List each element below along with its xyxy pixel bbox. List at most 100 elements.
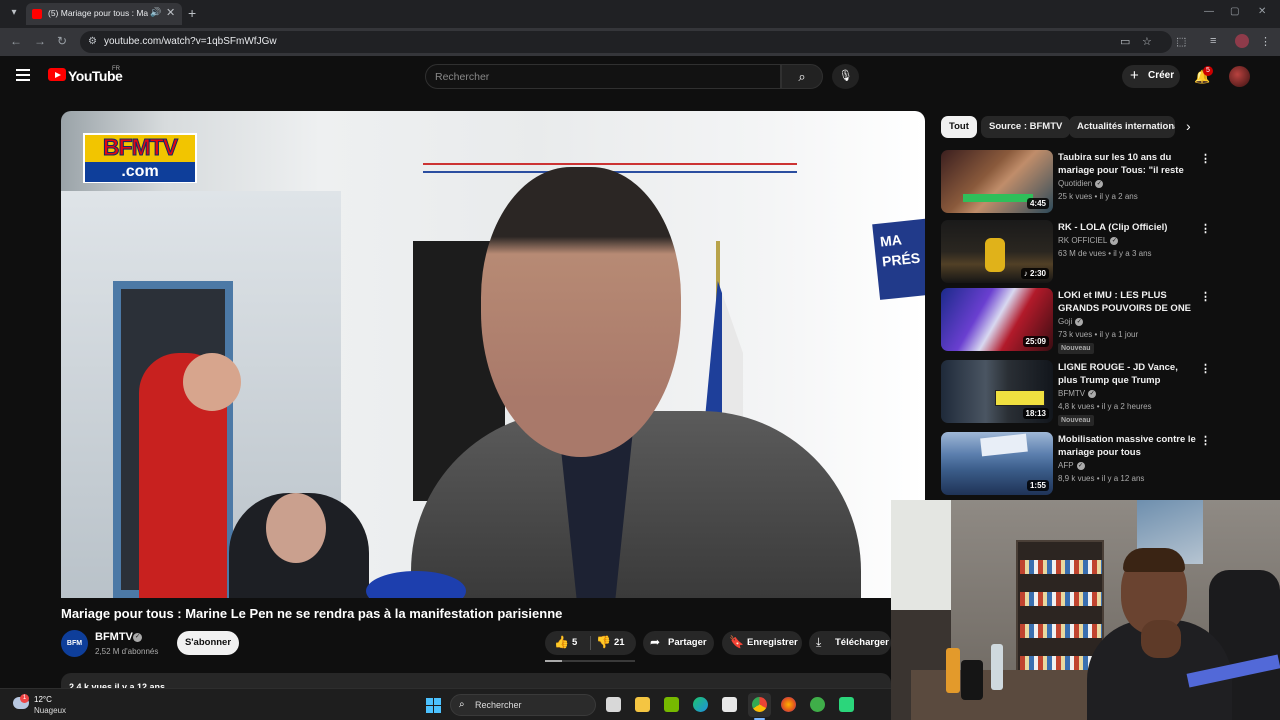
url-text[interactable]: youtube.com/watch?v=1qbSFmWfJGw xyxy=(104,36,277,47)
tab-search-icon[interactable]: ▾ xyxy=(6,5,22,21)
cast-icon[interactable]: ▭ xyxy=(1120,35,1130,48)
close-tab-icon[interactable]: ✕ xyxy=(166,6,175,19)
recommendation-title[interactable]: Taubira sur les 10 ans du mariage pour T… xyxy=(1058,151,1196,177)
webcam-window xyxy=(891,500,951,610)
webcam-mug xyxy=(961,660,983,700)
windows-start-icon[interactable] xyxy=(426,698,441,713)
webcam-bottle xyxy=(946,648,960,693)
firefox-icon[interactable] xyxy=(781,697,796,712)
account-avatar[interactable] xyxy=(1229,66,1250,87)
new-badge: Nouveau xyxy=(1058,415,1094,426)
taskbar-search[interactable]: ⌕ Rechercher xyxy=(450,694,596,716)
recommendation-title[interactable]: Mobilisation massive contre le mariage p… xyxy=(1058,433,1196,459)
voice-search-button[interactable]: 🎙 xyxy=(832,64,859,89)
video-thumbnail[interactable]: 1:55 xyxy=(941,432,1053,495)
recommendation-title[interactable]: LIGNE ROUGE - JD Vance, plus Trump que T… xyxy=(1058,361,1196,387)
video-thumbnail[interactable]: 4:45 xyxy=(941,150,1053,213)
recommendation-channel[interactable]: AFP ✓ xyxy=(1058,461,1085,470)
maximize-icon[interactable]: ▢ xyxy=(1230,6,1239,17)
save-button[interactable]: 🔖 Enregistrer xyxy=(722,631,802,655)
channel-name[interactable]: BFMTV xyxy=(95,631,133,643)
subscriber-count: 2,52 M d'abonnés xyxy=(95,647,159,656)
video-player[interactable]: MA PRÉS BFMTV .com xyxy=(61,111,925,598)
taskbar-search-label: Rechercher xyxy=(475,700,522,710)
speaker-icon[interactable]: 🔊 xyxy=(150,7,161,18)
video-thumbnail[interactable]: ♪ 2:30 xyxy=(941,220,1053,283)
bookmark-star-icon[interactable]: ☆ xyxy=(1142,35,1152,48)
channel-avatar[interactable]: BFM xyxy=(61,630,88,657)
channel-name: Goji xyxy=(1058,317,1073,326)
like-icon[interactable]: 👍 xyxy=(554,635,569,649)
dislike-icon[interactable]: 👎 xyxy=(596,635,611,649)
recommendation-item[interactable]: 18:13 LIGNE ROUGE - JD Vance, plus Trump… xyxy=(941,360,1221,426)
recommendation-item[interactable]: ♪ 2:30 RK - LOLA (Clip Officiel) RK OFFI… xyxy=(941,220,1221,286)
chrome-icon[interactable] xyxy=(752,697,767,712)
video-frame-campaign-sign: MA PRÉS xyxy=(872,218,925,300)
more-options-icon[interactable]: ⋮ xyxy=(1200,290,1211,303)
browser-profile-icon[interactable] xyxy=(1235,34,1249,48)
recommendation-channel[interactable]: Goji ✓ xyxy=(1058,317,1084,326)
chip-all[interactable]: Tout xyxy=(941,116,977,138)
search-button[interactable]: ⌕ xyxy=(781,64,823,89)
chevron-right-icon[interactable]: › xyxy=(1186,118,1191,134)
video-thumbnail[interactable]: 18:13 xyxy=(941,360,1053,423)
more-options-icon[interactable]: ⋮ xyxy=(1200,152,1211,165)
like-ratio-fill xyxy=(545,660,563,662)
channel-name: Quotidien xyxy=(1058,179,1093,188)
video-thumbnail[interactable]: 25:09 xyxy=(941,288,1053,351)
subscribe-button[interactable]: S'abonner xyxy=(177,631,239,655)
browser-tab-strip: ▾ (5) Mariage pour tous : Marine Le Pen … xyxy=(0,0,1280,28)
reload-icon[interactable]: ↻ xyxy=(57,34,67,48)
reading-list-icon[interactable]: ≡ xyxy=(1210,35,1216,47)
weather-temperature[interactable]: 12°C xyxy=(34,695,52,704)
weather-description[interactable]: Nuageux xyxy=(34,706,66,715)
menu-icon[interactable] xyxy=(16,69,30,81)
save-icon: 🔖 xyxy=(729,635,744,649)
video-frame-speaker-jacket xyxy=(411,411,861,598)
video-duration: 4:45 xyxy=(1026,198,1049,209)
minimize-icon[interactable]: — xyxy=(1204,6,1214,17)
chip-source-bfmtv[interactable]: Source : BFMTV xyxy=(981,116,1071,138)
new-tab-button[interactable]: + xyxy=(188,5,196,21)
verified-icon: ✓ xyxy=(1110,236,1119,245)
create-button[interactable]: + Créer xyxy=(1122,65,1180,88)
share-button[interactable]: ➦ Partager xyxy=(643,631,714,655)
search-icon: ⌕ xyxy=(459,699,465,710)
recommendation-channel[interactable]: BFMTV ✓ xyxy=(1058,389,1097,398)
recommendation-stats: 63 M de vues • il y a 3 ans xyxy=(1058,249,1152,258)
download-button[interactable]: ⤓ Télécharger xyxy=(809,631,891,655)
file-explorer-icon[interactable] xyxy=(635,697,650,712)
forward-icon[interactable]: → xyxy=(34,34,46,48)
recommendation-title[interactable]: RK - LOLA (Clip Officiel) xyxy=(1058,221,1196,234)
more-options-icon[interactable]: ⋮ xyxy=(1200,434,1211,447)
browser-menu-icon[interactable]: ⋮ xyxy=(1260,35,1271,48)
more-options-icon[interactable]: ⋮ xyxy=(1200,222,1211,235)
chip-international-news[interactable]: Actualités internationales xyxy=(1069,116,1175,138)
extensions-icon[interactable]: ⬚ xyxy=(1176,35,1186,48)
edge-icon[interactable] xyxy=(693,697,708,712)
recommendation-item[interactable]: 25:09 LOKI et IMU : LES PLUS GRANDS POUV… xyxy=(941,288,1221,354)
address-bar[interactable]: ⚙ youtube.com/watch?v=1qbSFmWfJGw ▭ ☆ xyxy=(80,31,1172,53)
search-input[interactable]: Rechercher xyxy=(425,64,781,89)
dislike-count[interactable]: 21 xyxy=(614,637,625,648)
browser-tab-active[interactable]: (5) Mariage pour tous : Marine Le Pen ne… xyxy=(26,3,182,25)
microsoft-store-icon[interactable] xyxy=(722,697,737,712)
app-icon[interactable] xyxy=(839,697,854,712)
more-options-icon[interactable]: ⋮ xyxy=(1200,362,1211,375)
recommendation-item[interactable]: 1:55 Mobilisation massive contre le mari… xyxy=(941,432,1221,498)
task-view-icon[interactable] xyxy=(606,697,621,712)
bfmtv-watermark-logo: BFMTV .com xyxy=(83,133,197,183)
back-icon[interactable]: ← xyxy=(10,34,22,48)
search-icon: ⌕ xyxy=(798,69,806,84)
site-info-icon[interactable]: ⚙ xyxy=(88,36,97,47)
recommendation-channel[interactable]: Quotidien ✓ xyxy=(1058,179,1104,188)
new-badge: Nouveau xyxy=(1058,343,1094,354)
recommendation-item[interactable]: 4:45 Taubira sur les 10 ans du mariage p… xyxy=(941,150,1221,216)
app-icon[interactable] xyxy=(810,697,825,712)
recommendation-title[interactable]: LOKI et IMU : LES PLUS GRANDS POUVOIRS D… xyxy=(1058,289,1196,315)
close-window-icon[interactable]: ✕ xyxy=(1258,6,1266,17)
like-count[interactable]: 5 xyxy=(572,637,577,648)
recommendation-channel[interactable]: RK OFFICIEL ✓ xyxy=(1058,236,1119,245)
nvidia-icon[interactable] xyxy=(664,697,679,712)
youtube-logo-icon[interactable] xyxy=(48,68,66,81)
